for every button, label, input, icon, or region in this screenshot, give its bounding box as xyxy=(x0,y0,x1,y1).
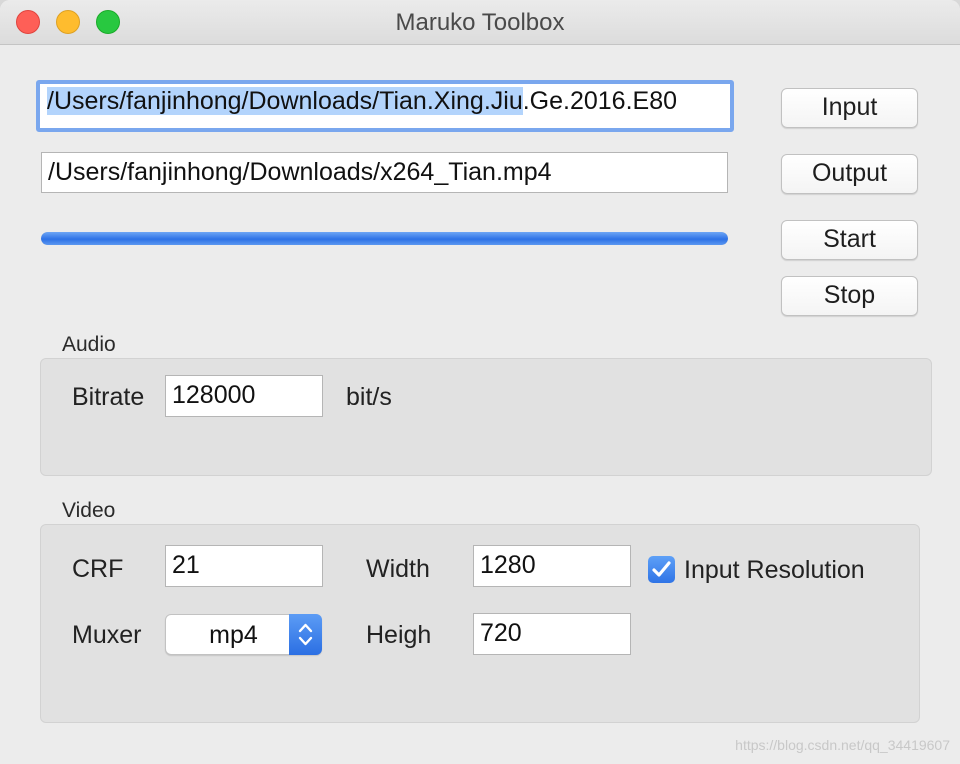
input-resolution-label[interactable]: Input Resolution xyxy=(684,556,865,585)
height-label: Heigh xyxy=(366,621,432,649)
title-bar[interactable]: Maruko Toolbox xyxy=(0,0,960,45)
bitrate-label: Bitrate xyxy=(72,383,145,411)
checkmark-icon xyxy=(652,561,671,577)
bitrate-unit: bit/s xyxy=(346,383,392,411)
crf-input[interactable]: 21 xyxy=(165,545,323,587)
output-path-field[interactable]: /Users/fanjinhong/Downloads/x264_Tian.mp… xyxy=(41,152,728,193)
muxer-value: mp4 xyxy=(209,621,258,649)
app-window: Maruko Toolbox /Users/fanjinhong/Downloa… xyxy=(0,0,960,764)
width-label: Width xyxy=(366,555,430,583)
input-path-selected-text: /Users/fanjinhong/Downloads/Tian.Xing.Ji… xyxy=(47,87,523,115)
stop-button[interactable]: Stop xyxy=(781,276,918,316)
input-button[interactable]: Input xyxy=(781,88,918,128)
crf-label: CRF xyxy=(72,555,124,583)
audio-group-label: Audio xyxy=(62,333,116,356)
up-down-chevron-icon xyxy=(289,614,322,655)
progress-fill xyxy=(41,232,728,245)
output-button[interactable]: Output xyxy=(781,154,918,194)
height-input[interactable]: 720 xyxy=(473,613,631,655)
bitrate-input[interactable]: 128000 xyxy=(165,375,323,417)
start-button[interactable]: Start xyxy=(781,220,918,260)
input-path-rest-text: .Ge.2016.E80 xyxy=(522,87,678,115)
video-group-label: Video xyxy=(62,499,116,522)
input-path-field[interactable]: /Users/fanjinhong/Downloads/Tian.Xing.Ji… xyxy=(36,80,734,132)
muxer-popup[interactable]: mp4 xyxy=(165,614,322,655)
window-title: Maruko Toolbox xyxy=(395,9,565,36)
muxer-label: Muxer xyxy=(72,621,142,649)
progress-bar xyxy=(41,232,728,245)
width-input[interactable]: 1280 xyxy=(473,545,631,587)
input-resolution-checkbox[interactable] xyxy=(648,556,675,583)
watermark-text: https://blog.csdn.net/qq_34419607 xyxy=(735,737,950,753)
